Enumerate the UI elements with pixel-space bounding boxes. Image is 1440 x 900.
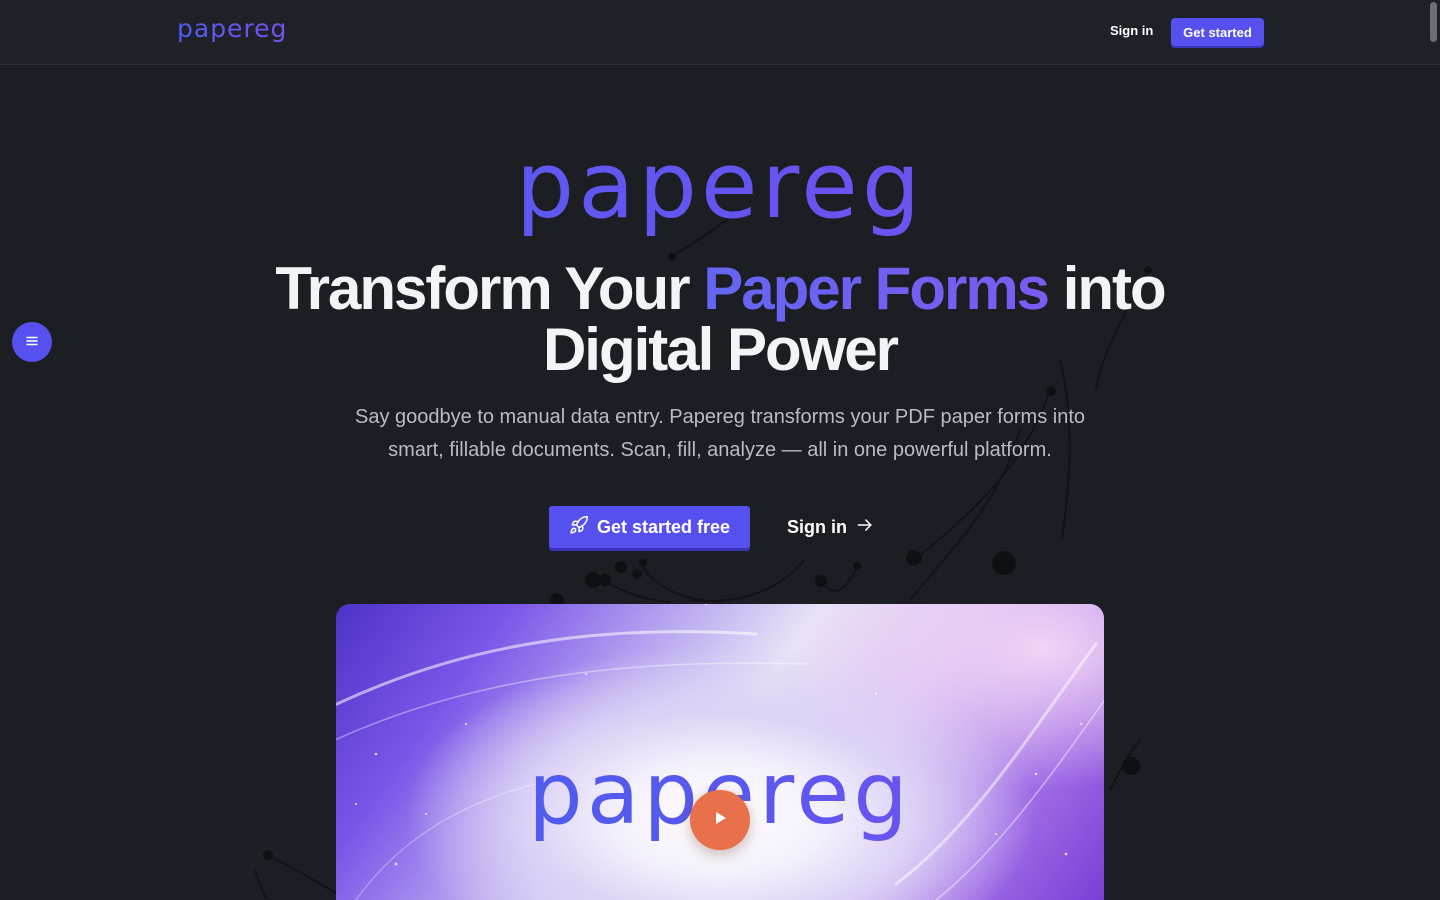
top-navbar: papereg Sign in Get started [0, 0, 1440, 65]
headline-accent: Paper Forms [703, 255, 1050, 322]
headline-line-two: Digital Power [542, 316, 899, 383]
menu-icon [24, 333, 40, 352]
page-scrollbar[interactable] [1426, 0, 1440, 900]
get-started-free-button[interactable]: Get started free [549, 506, 750, 548]
scrollbar-thumb[interactable] [1430, 2, 1437, 42]
play-button[interactable] [690, 790, 750, 850]
side-menu-button[interactable] [12, 322, 52, 362]
hero-sign-in-link[interactable]: Sign in [787, 506, 875, 548]
hero-subtext: Say goodbye to manual data entry. Papere… [355, 406, 1085, 461]
headline-text-end: into [1048, 255, 1167, 322]
hero-sign-in-label: Sign in [787, 516, 847, 537]
play-icon [711, 809, 729, 832]
promo-video[interactable]: papereg [336, 604, 1104, 900]
hero-logo: papereg [0, 136, 1440, 236]
rocket-icon [569, 515, 589, 540]
nav-sign-in-link[interactable]: Sign in [1110, 23, 1153, 38]
arrow-right-icon [855, 515, 875, 540]
brand-logo[interactable]: papereg [177, 14, 287, 43]
headline-text-start: Transform Your [275, 255, 704, 322]
nav-get-started-button[interactable]: Get started [1171, 18, 1264, 46]
get-started-free-label: Get started free [596, 516, 731, 537]
hero-headline: Transform Your Paper Forms into Digital … [0, 258, 1440, 380]
